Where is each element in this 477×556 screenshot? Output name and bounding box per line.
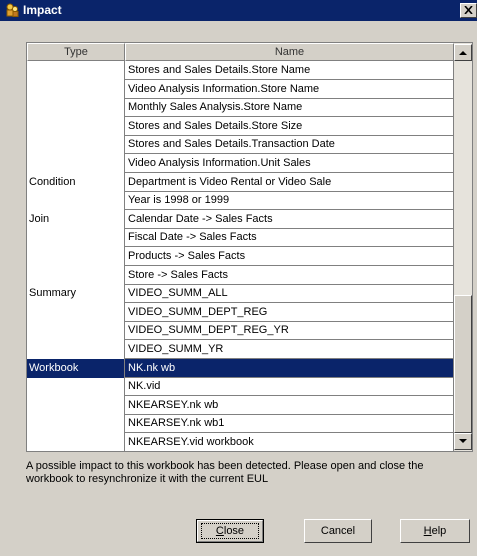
- grid-rows: Stores and Sales Details.Store Name Video…: [27, 61, 454, 451]
- row-type-cell: [27, 98, 125, 118]
- row-type-cell: [27, 395, 125, 415]
- close-button-label: Close: [216, 525, 244, 537]
- close-label-rest: lose: [223, 525, 245, 537]
- table-row[interactable]: Join Calendar Date -> Sales Facts: [27, 209, 454, 229]
- row-type-cell: Condition: [27, 172, 125, 192]
- table-row[interactable]: Stores and Sales Details.Transaction Dat…: [27, 135, 454, 155]
- table-row[interactable]: NKEARSEY.vid workbook: [27, 433, 454, 451]
- row-name-cell: NKEARSEY.nk wb1: [125, 414, 454, 434]
- table-row[interactable]: Video Analysis Information.Store Name: [27, 79, 454, 99]
- table-row[interactable]: VIDEO_SUMM_YR: [27, 340, 454, 359]
- row-type-cell: [27, 79, 125, 99]
- table-row[interactable]: VIDEO_SUMM_DEPT_REG_YR: [27, 321, 454, 341]
- row-name-cell: NKEARSEY.nk wb: [125, 395, 454, 415]
- column-header-type[interactable]: Type: [27, 43, 125, 61]
- row-name-cell: Video Analysis Information.Unit Sales: [125, 154, 454, 173]
- close-mnemonic: C: [215, 525, 224, 537]
- row-name-cell: Year is 1998 or 1999: [125, 191, 454, 211]
- row-name-cell: VIDEO_SUMM_YR: [125, 340, 454, 359]
- table-row[interactable]: Products -> Sales Facts: [27, 247, 454, 266]
- row-type-cell: [27, 191, 125, 211]
- row-name-cell: Stores and Sales Details.Store Name: [125, 61, 454, 80]
- row-name-cell: NKEARSEY.vid workbook: [125, 433, 454, 451]
- row-type-cell: Workbook: [27, 358, 125, 378]
- row-name-cell: Monthly Sales Analysis.Store Name: [125, 98, 454, 118]
- scroll-thumb[interactable]: [454, 295, 472, 433]
- row-type-cell: [27, 154, 125, 173]
- row-type-cell: [27, 265, 125, 285]
- row-name-cell: Video Analysis Information.Store Name: [125, 79, 454, 99]
- help-button[interactable]: Help: [400, 519, 470, 543]
- help-label-rest: elp: [431, 525, 447, 537]
- row-type-cell: [27, 414, 125, 434]
- row-type-cell: [27, 247, 125, 266]
- row-type-cell: [27, 228, 125, 248]
- table-row[interactable]: Stores and Sales Details.Store Size: [27, 116, 454, 136]
- table-row[interactable]: Fiscal Date -> Sales Facts: [27, 228, 454, 248]
- table-row[interactable]: Summary VIDEO_SUMM_ALL: [27, 284, 454, 304]
- table-row[interactable]: Store -> Sales Facts: [27, 265, 454, 285]
- table-row[interactable]: Workbook NK.nk wb: [27, 358, 454, 378]
- row-name-cell: Stores and Sales Details.Store Size: [125, 116, 454, 136]
- table-row[interactable]: NKEARSEY.nk wb1: [27, 414, 454, 434]
- dialog-title: Impact: [23, 3, 62, 17]
- close-icon: [464, 6, 473, 14]
- table-row[interactable]: Year is 1998 or 1999: [27, 191, 454, 211]
- row-name-cell: Fiscal Date -> Sales Facts: [125, 228, 454, 248]
- table-row[interactable]: NKEARSEY.nk wb: [27, 395, 454, 415]
- impact-dialog: Impact Type Name Stores and Sales Detail…: [0, 0, 477, 556]
- impact-message: A possible impact to this workbook has b…: [26, 460, 424, 485]
- scroll-down-button[interactable]: [454, 433, 472, 450]
- row-name-cell: VIDEO_SUMM_DEPT_REG_YR: [125, 321, 454, 341]
- row-type-cell: [27, 302, 125, 322]
- row-name-cell: NK.vid: [125, 377, 454, 397]
- row-type-cell: [27, 116, 125, 136]
- table-row[interactable]: Video Analysis Information.Unit Sales: [27, 154, 454, 173]
- arrow-up-icon: [459, 51, 467, 55]
- vertical-scrollbar[interactable]: [454, 43, 472, 451]
- cancel-button[interactable]: Cancel: [304, 519, 372, 543]
- table-row[interactable]: NK.vid: [27, 377, 454, 397]
- table-row[interactable]: Stores and Sales Details.Store Name: [27, 61, 454, 80]
- row-type-cell: [27, 135, 125, 155]
- scroll-up-button[interactable]: [454, 44, 472, 61]
- row-type-cell: Join: [27, 209, 125, 229]
- table-row[interactable]: Condition Department is Video Rental or V…: [27, 172, 454, 192]
- close-window-button[interactable]: [460, 3, 477, 18]
- row-type-cell: [27, 433, 125, 451]
- row-name-cell: Stores and Sales Details.Transaction Dat…: [125, 135, 454, 155]
- arrow-down-icon: [459, 439, 467, 443]
- row-name-cell: VIDEO_SUMM_DEPT_REG: [125, 302, 454, 322]
- row-type-cell: Summary: [27, 284, 125, 304]
- column-header-name[interactable]: Name: [125, 43, 454, 61]
- impact-icon: [4, 2, 20, 18]
- row-name-cell: Calendar Date -> Sales Facts: [125, 209, 454, 229]
- title-bar[interactable]: Impact: [0, 0, 477, 21]
- row-name-cell: Store -> Sales Facts: [125, 265, 454, 285]
- row-type-cell: [27, 321, 125, 341]
- row-name-cell: NK.nk wb: [125, 358, 454, 378]
- table-row[interactable]: Monthly Sales Analysis.Store Name: [27, 98, 454, 118]
- table-row[interactable]: VIDEO_SUMM_DEPT_REG: [27, 302, 454, 322]
- row-name-cell: Department is Video Rental or Video Sale: [125, 172, 454, 192]
- row-type-cell: [27, 377, 125, 397]
- row-name-cell: VIDEO_SUMM_ALL: [125, 284, 454, 304]
- help-mnemonic: H: [423, 525, 432, 537]
- row-name-cell: Products -> Sales Facts: [125, 247, 454, 266]
- row-type-cell: [27, 340, 125, 359]
- row-type-cell: [27, 61, 125, 80]
- impact-grid[interactable]: Type Name Stores and Sales Details.Store…: [26, 42, 473, 452]
- close-button[interactable]: Close: [196, 519, 264, 543]
